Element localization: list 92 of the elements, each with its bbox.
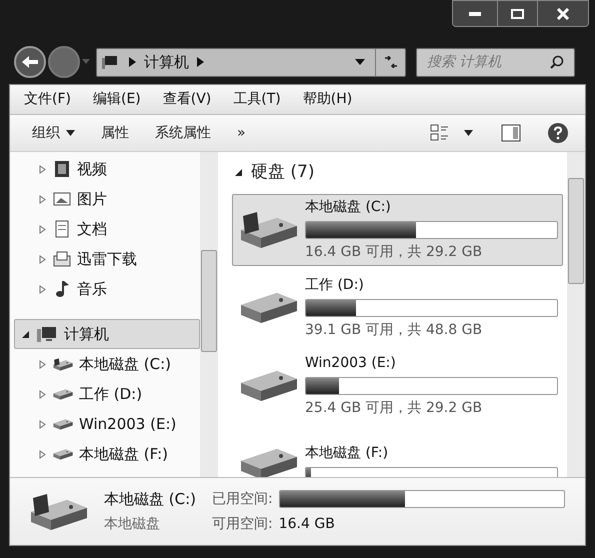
expanded-arrow-icon[interactable] [21, 330, 30, 338]
drive-space-text: 16.4 GB 可用，共 29.2 GB [305, 242, 484, 262]
menu-item[interactable]: 查看(V) [162, 89, 212, 110]
search-field[interactable]: 搜索 计算机 [416, 48, 575, 76]
collapsed-arrow-icon[interactable] [38, 164, 47, 174]
film-icon [53, 160, 71, 178]
nav-tree-item[interactable]: 音乐 [14, 274, 200, 304]
collapsed-arrow-icon[interactable] [38, 390, 47, 398]
system-drive-icon [30, 492, 88, 530]
collapsed-arrow-icon[interactable] [38, 360, 47, 368]
minimize-button[interactable] [453, 1, 498, 26]
document-icon [53, 220, 71, 238]
toolbar-button[interactable]: » [227, 119, 256, 147]
dropdown-caret-icon[interactable] [464, 130, 473, 136]
nav-label: 视频 [77, 158, 107, 180]
drive-icon [53, 448, 73, 460]
nav-label: 本地磁盘 (F:) [79, 444, 168, 465]
drive-name: 本地磁盘 (C:) [305, 198, 392, 216]
help-icon[interactable] [547, 122, 569, 144]
system-drive-icon [240, 210, 298, 248]
drive-icon [53, 418, 73, 430]
nav-label: 计算机 [64, 324, 109, 345]
nav-tree-item[interactable]: 本地磁盘 (C:) [14, 349, 200, 379]
back-button[interactable] [14, 46, 46, 78]
drive-name: 工作 (D:) [305, 276, 365, 294]
collapsed-arrow-icon[interactable] [38, 254, 47, 264]
nav-tree-item[interactable]: 视频 [14, 154, 200, 184]
refresh-icon [382, 56, 398, 68]
dropdown-caret-icon[interactable] [355, 59, 365, 65]
music-note-icon [53, 280, 71, 298]
preview-pane-icon[interactable] [501, 124, 521, 142]
close-button[interactable] [538, 1, 588, 26]
drive-tile[interactable]: 工作 (D:) 39.1 GB 可用，共 48.8 GB [232, 272, 563, 344]
image-icon [53, 190, 71, 208]
free-space-label: 可用空间: [212, 514, 273, 534]
nav-label: 图片 [77, 188, 107, 210]
nav-label: 迅雷下载 [77, 248, 137, 270]
toolbar-button[interactable]: 组织 [22, 119, 85, 147]
nav-tree-item[interactable]: 工作 (D:) [14, 379, 200, 409]
collapsed-arrow-icon[interactable] [38, 450, 47, 458]
details-type: 本地磁盘 [104, 515, 161, 534]
breadcrumb-arrow-icon[interactable] [129, 57, 136, 67]
drive-tile[interactable]: Win2003 (E:) 25.4 GB 可用，共 29.2 GB [232, 350, 563, 422]
drive-tile[interactable]: 本地磁盘 (C:) 16.4 GB 可用，共 29.2 GB [232, 194, 563, 266]
nav-tree-item[interactable]: 计算机 [14, 319, 200, 349]
nav-tree-item[interactable]: 迅雷下载 [14, 244, 200, 274]
expanded-arrow-icon[interactable] [234, 168, 243, 178]
toolbar-button[interactable]: 系统属性 [145, 119, 221, 147]
computer-icon [36, 325, 58, 343]
scrollbar[interactable] [567, 152, 585, 477]
collapsed-arrow-icon[interactable] [38, 224, 47, 234]
nav-label: 工作 (D:) [79, 384, 142, 405]
search-icon[interactable] [550, 55, 564, 69]
breadcrumb-arrow-icon[interactable] [197, 57, 204, 67]
system-drive-icon [53, 358, 73, 370]
drive-icon [240, 292, 298, 324]
menu-item[interactable]: 工具(T) [233, 89, 281, 110]
group-header: 硬盘 (7) [251, 161, 314, 184]
folder-icon [53, 250, 71, 268]
address-bar[interactable]: 计算机 [96, 48, 406, 76]
nav-label: 音乐 [77, 278, 107, 300]
forward-button[interactable] [48, 46, 80, 78]
menu-item[interactable]: 帮助(H) [302, 89, 352, 110]
scrollbar[interactable] [200, 152, 218, 477]
maximize-button[interactable] [498, 1, 538, 26]
breadcrumb[interactable]: 计算机 [144, 50, 189, 74]
details-name: 本地磁盘 (C:) [104, 488, 196, 510]
used-space-label: 已用空间: [212, 490, 273, 508]
collapsed-arrow-icon[interactable] [38, 284, 47, 294]
drive-space-text: 25.4 GB 可用，共 29.2 GB [305, 398, 484, 418]
menu-item[interactable]: 文件(F) [24, 89, 71, 110]
nav-label: 文档 [77, 218, 107, 240]
back-arrow-icon [21, 55, 39, 69]
collapsed-arrow-icon[interactable] [38, 194, 47, 204]
nav-label: Win2003 (E:) [79, 414, 176, 435]
drive-icon [53, 388, 73, 400]
view-options-icon[interactable] [430, 123, 450, 143]
toolbar-button[interactable]: 属性 [91, 119, 139, 147]
drive-icon [240, 370, 298, 402]
drive-name: Win2003 (E:) [305, 354, 397, 372]
nav-tree-item[interactable]: 文档 [14, 214, 200, 244]
nav-tree-item[interactable]: 图片 [14, 184, 200, 214]
drive-space-text: 39.1 GB 可用，共 48.8 GB [305, 320, 484, 340]
nav-tree-item[interactable]: Win2003 (E:) [14, 409, 200, 439]
close-icon [556, 8, 570, 20]
collapsed-arrow-icon[interactable] [38, 420, 47, 428]
search-input[interactable]: 搜索 计算机 [427, 52, 550, 72]
menu-item[interactable]: 编辑(E) [92, 89, 141, 110]
nav-label: 本地磁盘 (C:) [79, 354, 171, 375]
drive-name: 本地磁盘 (F:) [305, 444, 390, 462]
nav-tree-item[interactable]: 本地磁盘 (F:) [14, 439, 200, 469]
free-space-value: 16.4 GB [278, 514, 335, 534]
